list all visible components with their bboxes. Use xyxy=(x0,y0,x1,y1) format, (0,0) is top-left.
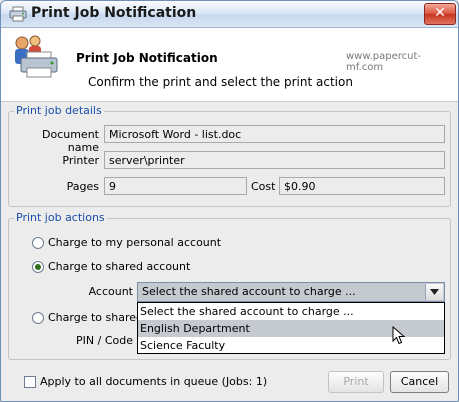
printer-icon xyxy=(9,6,27,22)
cancel-button[interactable]: Cancel xyxy=(390,371,449,393)
dropdown-option-select[interactable]: Select the shared account to charge ... xyxy=(138,303,444,320)
print-job-notification-window: Print Job Notification ✕ Print Job Notif… xyxy=(0,0,459,402)
title-bar[interactable]: Print Job Notification ✕ xyxy=(1,1,458,28)
papercut-url: www.papercut-mf.com xyxy=(346,51,422,73)
account-select[interactable]: Select the shared account to charge ... xyxy=(137,282,445,302)
header-panel: Print Job Notification www.papercut-mf.c… xyxy=(1,28,458,102)
printer-field[interactable]: server\printer xyxy=(104,151,445,169)
pin-code-label: PIN / Code xyxy=(76,334,133,347)
charge-shared-label[interactable]: Charge to shared account xyxy=(48,260,190,273)
account-selected-value: Select the shared account to charge ... xyxy=(142,285,356,298)
pages-field[interactable]: 9 xyxy=(104,177,247,195)
cost-label: Cost xyxy=(251,180,276,193)
header-subtitle: Confirm the print and select the print a… xyxy=(88,75,353,89)
document-name-field[interactable]: Microsoft Word - list.doc xyxy=(104,125,445,143)
window-title: Print Job Notification xyxy=(31,5,197,21)
close-button[interactable]: ✕ xyxy=(424,3,456,25)
apply-all-checkbox[interactable] xyxy=(24,376,36,388)
dropdown-button[interactable] xyxy=(425,284,443,300)
print-job-actions-legend: Print job actions xyxy=(14,211,107,224)
print-job-details-legend: Print job details xyxy=(14,104,104,117)
chevron-down-icon xyxy=(430,289,439,295)
pages-label: Pages xyxy=(66,180,99,193)
header-title: Print Job Notification xyxy=(76,51,218,65)
print-button[interactable]: Print xyxy=(328,371,384,393)
account-label: Account xyxy=(88,285,133,298)
printer-label: Printer xyxy=(62,154,99,167)
charge-shared-pin-radio[interactable] xyxy=(32,312,44,324)
mouse-pointer-icon xyxy=(392,326,406,345)
charge-personal-radio[interactable] xyxy=(32,237,44,249)
cost-field[interactable]: $0.90 xyxy=(279,177,445,195)
printer-with-people-icon xyxy=(15,35,58,78)
document-name-label: Document name xyxy=(42,128,99,154)
close-icon: ✕ xyxy=(434,5,446,21)
apply-all-label[interactable]: Apply to all documents in queue (Jobs: 1… xyxy=(40,375,267,388)
charge-shared-radio[interactable] xyxy=(32,261,44,273)
charge-personal-label[interactable]: Charge to my personal account xyxy=(48,236,221,249)
